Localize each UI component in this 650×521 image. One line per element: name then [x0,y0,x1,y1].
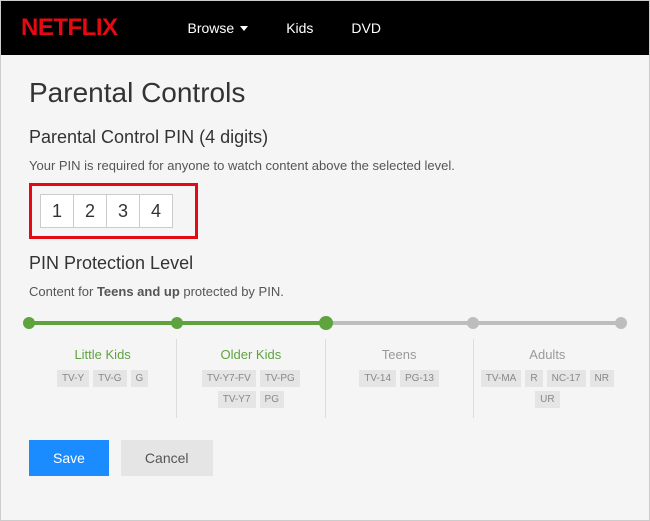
nav-browse[interactable]: Browse [188,20,249,36]
main-content: Parental Controls Parental Control PIN (… [1,55,649,476]
rating-tag: PG [260,391,284,408]
level-teens[interactable]: Teens TV-14PG-13 [326,339,474,418]
netflix-logo: NETFLIX [21,14,118,42]
pin-helper-text: Your PIN is required for anyone to watch… [29,158,621,173]
pin-digit-1[interactable]: 1 [40,194,74,228]
slider-stop-4[interactable] [615,317,627,329]
rating-tag: R [525,370,542,387]
protection-suffix: protected by PIN. [180,284,284,299]
level-label: Teens [332,347,467,362]
ratings-group: TV-14PG-13 [332,370,467,387]
rating-tag: PG-13 [400,370,439,387]
rating-tag: TV-G [93,370,126,387]
level-little-kids[interactable]: Little Kids TV-YTV-G G [29,339,177,418]
pin-digit-4[interactable]: 4 [139,194,173,228]
level-section-heading: PIN Protection Level [29,253,621,274]
rating-tag: NR [590,370,614,387]
ratings-group: TV-YTV-G G [35,370,170,387]
level-adults[interactable]: Adults TV-MAR NC-17NR UR [474,339,621,418]
protection-prefix: Content for [29,284,97,299]
protection-slider[interactable] [29,317,621,329]
level-older-kids[interactable]: Older Kids TV-Y7-FVTV-PGTV-Y7PG [177,339,325,418]
nav-kids[interactable]: Kids [286,20,313,36]
pin-section-heading: Parental Control PIN (4 digits) [29,127,621,148]
nav-browse-label: Browse [188,20,235,36]
save-button[interactable]: Save [29,440,109,476]
nav-links: Browse Kids DVD [188,20,381,36]
protection-level-name: Teens and up [97,284,180,299]
rating-tag: G [131,370,149,387]
rating-tag: TV-Y7-FV [202,370,256,387]
level-label: Little Kids [35,347,170,362]
rating-tag: TV-14 [359,370,396,387]
rating-tag: TV-Y [57,370,89,387]
slider-stop-3[interactable] [467,317,479,329]
level-label: Older Kids [183,347,318,362]
ratings-group: TV-MAR NC-17NR UR [480,370,615,408]
slider-stop-2[interactable] [319,316,333,330]
rating-tag: TV-Y7 [218,391,256,408]
nav-dvd[interactable]: DVD [351,20,381,36]
chevron-down-icon [240,26,248,31]
rating-tag: NC-17 [547,370,586,387]
rating-tag: TV-PG [260,370,300,387]
page-title: Parental Controls [29,77,621,109]
level-label: Adults [480,347,615,362]
protection-summary: Content for Teens and up protected by PI… [29,284,621,299]
action-buttons: Save Cancel [29,440,621,476]
rating-tag: TV-MA [481,370,522,387]
pin-digit-3[interactable]: 3 [106,194,140,228]
slider-stop-0[interactable] [23,317,35,329]
cancel-button[interactable]: Cancel [121,440,213,476]
pin-digit-2[interactable]: 2 [73,194,107,228]
ratings-group: TV-Y7-FVTV-PGTV-Y7PG [183,370,318,408]
levels-row: Little KidsTV-YTV-GGOlder KidsTV-Y7-FVTV… [29,339,621,418]
rating-tag: UR [535,391,559,408]
slider-stop-1[interactable] [171,317,183,329]
top-navbar: NETFLIX Browse Kids DVD [1,1,649,55]
pin-input-group: 1 2 3 4 [29,183,198,239]
